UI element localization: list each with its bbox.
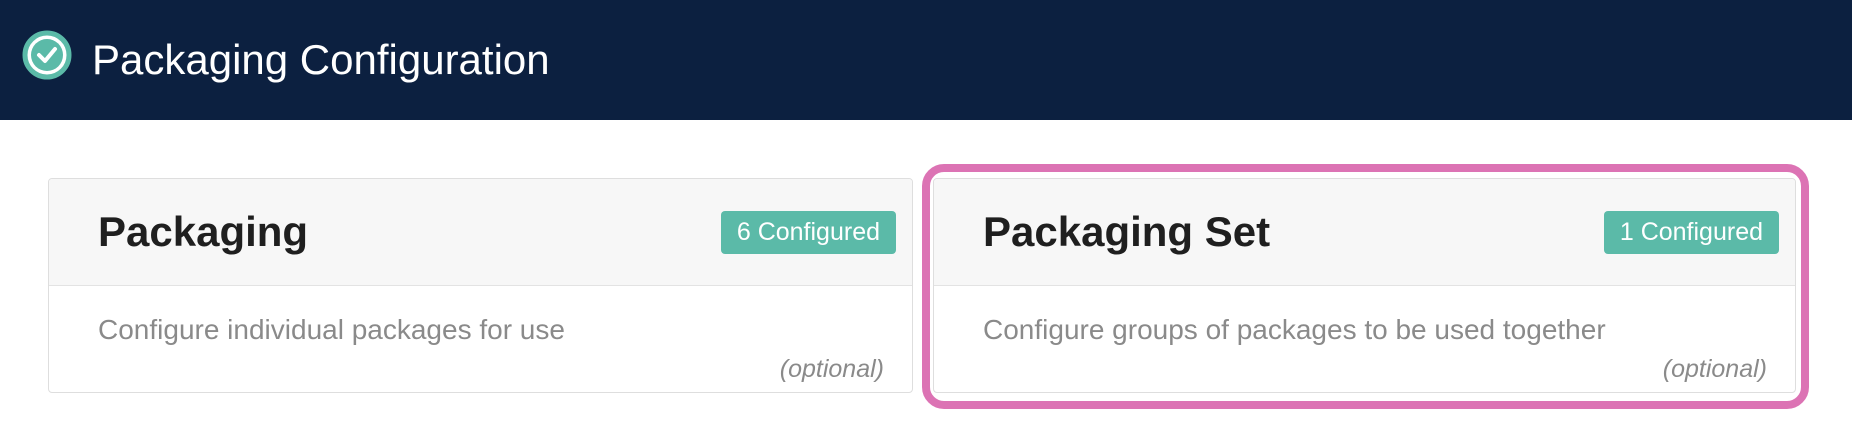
packaging-set-card-header: Packaging Set 1 Configured [934, 179, 1795, 286]
packaging-set-card[interactable]: Packaging Set 1 Configured Configure gro… [933, 178, 1796, 393]
packaging-card[interactable]: Packaging 6 Configured Configure individ… [48, 178, 913, 393]
packaging-card-title: Packaging [98, 208, 309, 255]
packaging-set-configured-badge: 1 Configured [1603, 211, 1779, 254]
packaging-set-card-title: Packaging Set [983, 208, 1271, 255]
page-title: Packaging Configuration [92, 36, 550, 83]
packaging-card-description: Configure individual packages for use [98, 314, 565, 345]
check-circle-icon [22, 30, 72, 80]
packaging-card-header: Packaging 6 Configured [49, 179, 912, 286]
packaging-configured-badge: 6 Configured [720, 211, 896, 254]
packaging-optional-label: (optional) [779, 355, 884, 383]
app-header: Packaging Configuration [0, 0, 1852, 120]
packaging-set-card-description: Configure groups of packages to be used … [983, 314, 1606, 345]
packaging-set-optional-label: (optional) [1662, 355, 1767, 383]
